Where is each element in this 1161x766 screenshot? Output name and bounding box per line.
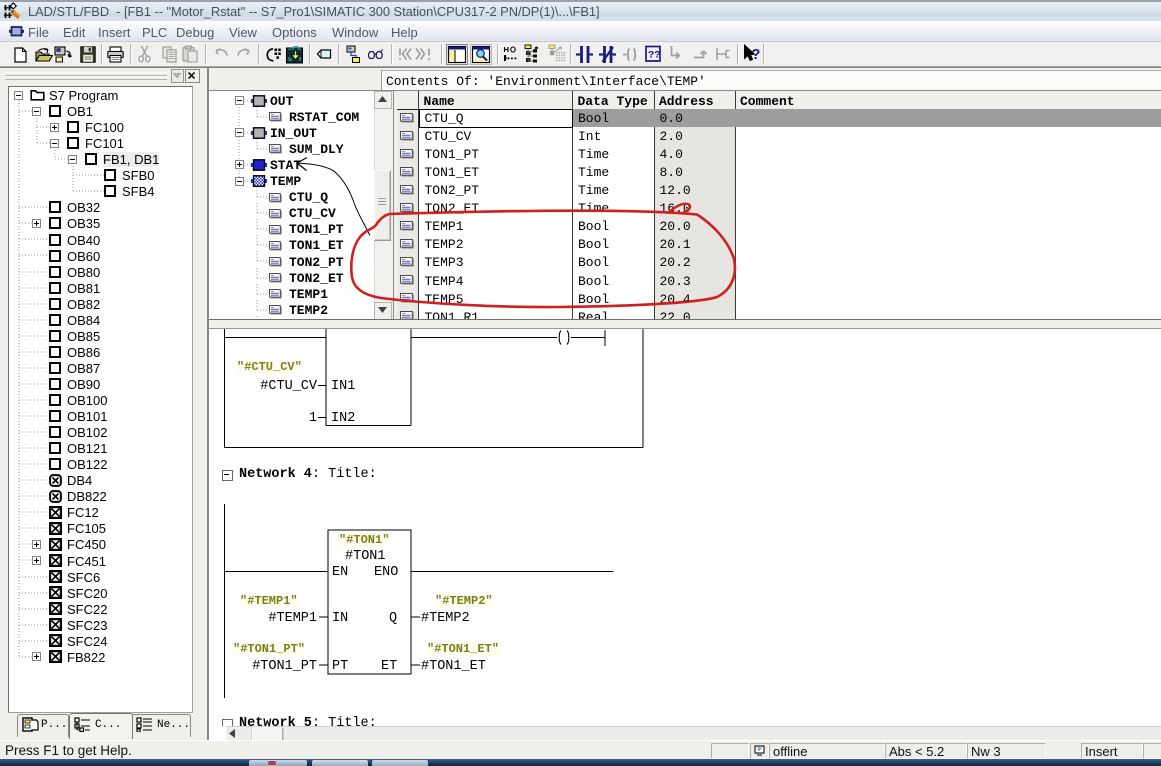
svg-text:?: ? [752, 47, 761, 63]
svg-text:??: ?? [648, 50, 661, 62]
